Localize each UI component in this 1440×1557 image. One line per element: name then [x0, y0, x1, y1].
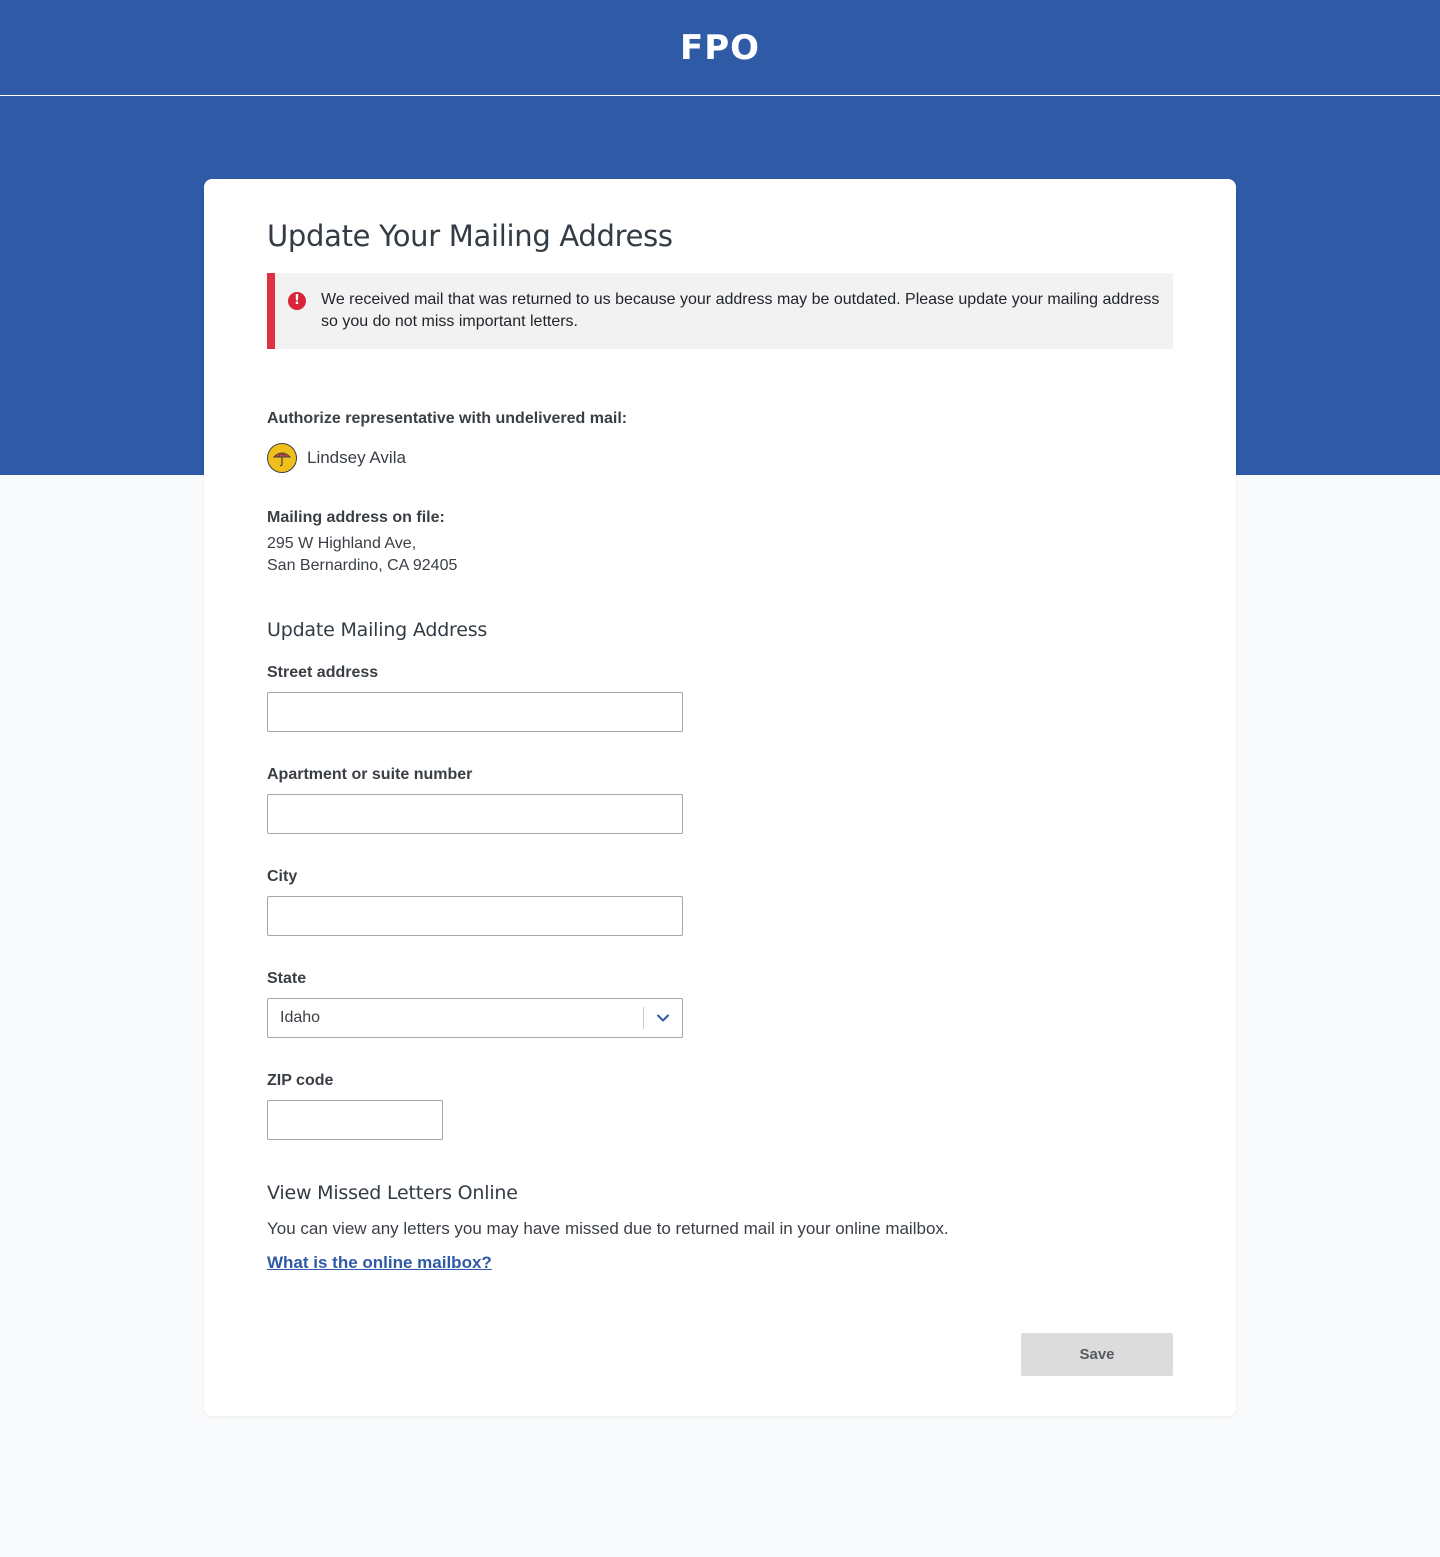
missed-letters-text: You can view any letters you may have mi…	[267, 1219, 949, 1238]
zip-input[interactable]	[267, 1100, 443, 1140]
alert-message: We received mail that was returned to us…	[321, 291, 1160, 330]
state-selected-value: Idaho	[280, 1009, 321, 1026]
city-label: City	[267, 868, 298, 885]
city-input[interactable]	[267, 896, 683, 936]
apartment-label: Apartment or suite number	[267, 766, 473, 783]
representative-name: Lindsey Avila	[307, 448, 406, 467]
street-address-label: Street address	[267, 664, 379, 681]
address-line-1: 295 W Highland Ave,	[267, 535, 417, 552]
umbrella-icon	[272, 452, 292, 467]
update-address-section-title: Update Mailing Address	[267, 619, 488, 641]
zip-label: ZIP code	[267, 1072, 334, 1089]
address-on-file-label: Mailing address on file:	[267, 509, 445, 526]
update-address-card: Update Your Mailing Address ! We receive…	[204, 179, 1236, 1416]
brand-logo-text: FPO	[679, 27, 761, 68]
street-address-input[interactable]	[267, 692, 683, 732]
representative-row: Lindsey Avila	[267, 443, 406, 473]
save-button[interactable]: Save	[1021, 1333, 1173, 1376]
chevron-down-icon[interactable]	[656, 1011, 670, 1025]
state-label: State	[267, 970, 307, 987]
online-mailbox-link[interactable]: What is the online mailbox?	[267, 1253, 492, 1273]
address-line-2: San Bernardino, CA 92405	[267, 557, 458, 574]
state-select[interactable]: Idaho	[267, 998, 683, 1038]
top-header: FPO	[0, 0, 1440, 96]
returned-mail-alert: ! We received mail that was returned to …	[267, 273, 1173, 349]
exclamation-circle-icon: !	[288, 292, 306, 310]
missed-letters-title: View Missed Letters Online	[267, 1182, 518, 1204]
apartment-input[interactable]	[267, 794, 683, 834]
representative-label: Authorize representative with undelivere…	[267, 410, 628, 427]
page-title: Update Your Mailing Address	[267, 219, 673, 253]
avatar	[267, 443, 297, 473]
select-divider	[643, 1007, 644, 1029]
